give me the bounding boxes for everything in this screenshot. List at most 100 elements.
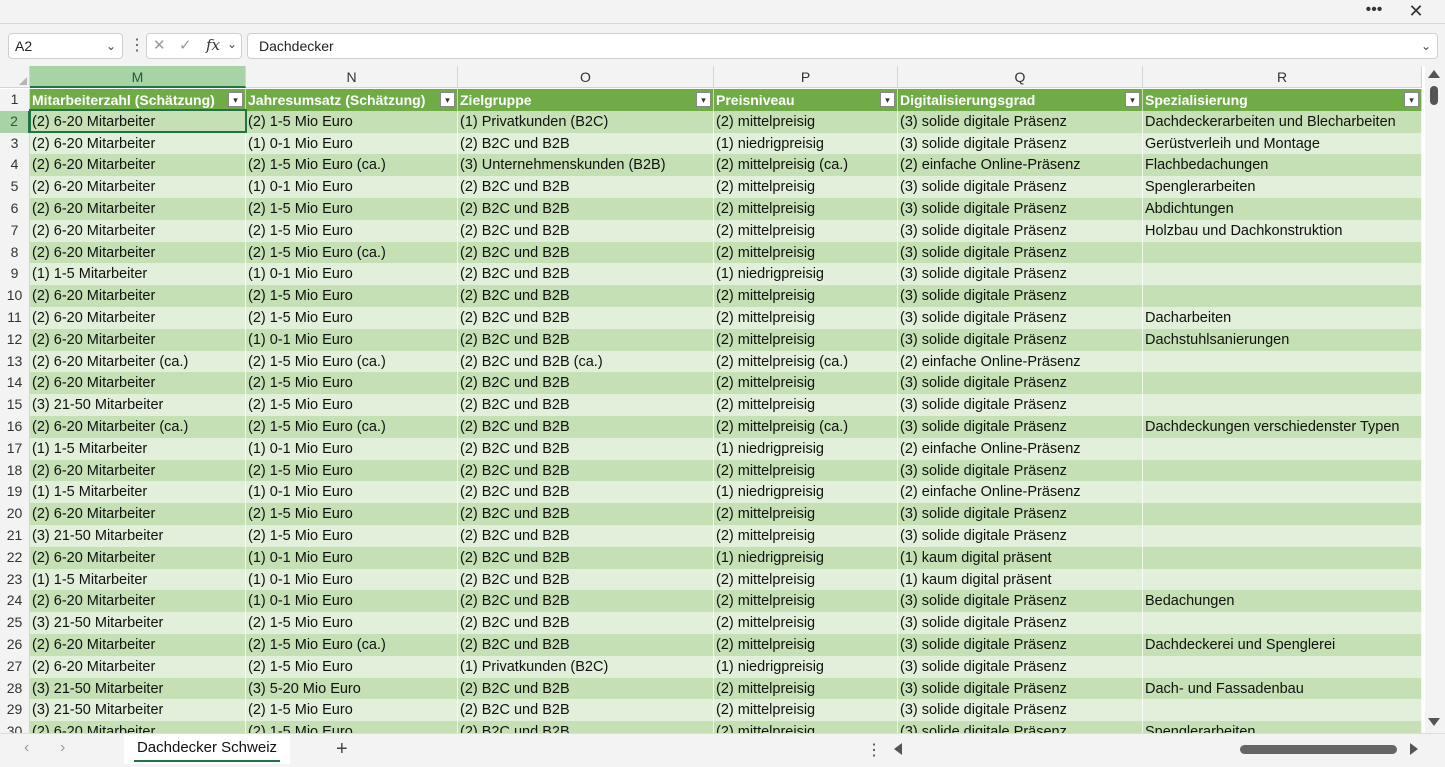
row-header[interactable]: 14 [0,372,30,395]
table-cell[interactable]: (3) solide digitale Präsenz [898,241,1143,264]
table-cell[interactable]: (2) mittelpreisig [714,372,898,395]
table-cell[interactable]: (2) mittelpreisig (ca.) [714,350,898,373]
table-cell[interactable]: (1) 1-5 Mitarbeiter [30,481,246,504]
expand-formula-bar-icon[interactable]: ⌄ [1421,34,1431,58]
table-cell[interactable]: (3) solide digitale Präsenz [898,634,1143,656]
table-cell[interactable]: (2) mittelpreisig [714,110,898,133]
row-header[interactable]: 2 [0,110,30,133]
table-cell[interactable]: (3) solide digitale Präsenz [898,219,1143,242]
table-cell[interactable]: (2) B2C und B2B [458,328,714,351]
table-cell[interactable]: (2) 1-5 Mio Euro (ca.) [246,416,458,438]
formula-input[interactable]: Dachdecker ⌄ [247,33,1438,59]
table-cell[interactable]: (3) solide digitale Präsenz [898,525,1143,547]
row-header[interactable]: 9 [0,263,30,286]
table-cell[interactable]: (2) einfache Online-Präsenz [898,437,1143,460]
table-cell[interactable]: (2) 6-20 Mitarbeiter [30,372,246,395]
table-cell[interactable]: (1) kaum digital präsent [898,568,1143,591]
table-cell[interactable]: (1) 1-5 Mitarbeiter [30,437,246,460]
table-cell[interactable]: (3) solide digitale Präsenz [898,590,1143,613]
row-header[interactable]: 16 [0,416,30,438]
table-cell[interactable]: (1) 0-1 Mio Euro [246,590,458,613]
table-cell[interactable]: (2) B2C und B2B (ca.) [458,350,714,373]
row-header[interactable]: 8 [0,241,30,264]
row-header[interactable]: 29 [0,699,30,722]
table-cell[interactable]: (2) 1-5 Mio Euro [246,394,458,416]
row-header[interactable]: 20 [0,503,30,525]
table-cell[interactable]: (2) 1-5 Mio Euro [246,459,458,482]
row-header[interactable]: 24 [0,590,30,613]
table-cell[interactable]: (2) mittelpreisig [714,677,898,700]
table-cell[interactable]: (1) 1-5 Mitarbeiter [30,568,246,591]
table-cell[interactable]: (1) 1-5 Mitarbeiter [30,263,246,286]
table-cell[interactable]: Bedachungen [1143,590,1422,613]
table-header-cell[interactable]: Digitalisierungsgrad ▾ [898,89,1143,111]
table-cell[interactable]: (2) mittelpreisig [714,198,898,220]
table-cell[interactable]: (1) niedrigpreisig [714,655,898,678]
table-cell[interactable]: (2) B2C und B2B [458,394,714,416]
table-cell[interactable]: (2) mittelpreisig [714,459,898,482]
table-cell[interactable]: (2) 6-20 Mitarbeiter (ca.) [30,350,246,373]
row-header[interactable]: 11 [0,307,30,329]
table-cell[interactable]: (1) niedrigpreisig [714,437,898,460]
table-cell[interactable]: (2) B2C und B2B [458,721,714,733]
table-cell[interactable]: Dacharbeiten [1143,307,1422,329]
row-header[interactable]: 3 [0,132,30,155]
table-cell[interactable] [1143,503,1422,525]
next-sheet-icon[interactable]: › [60,739,65,757]
table-cell[interactable]: (2) mittelpreisig (ca.) [714,154,898,177]
table-cell[interactable]: (2) 1-5 Mio Euro [246,307,458,329]
table-cell[interactable]: (2) 6-20 Mitarbeiter [30,198,246,220]
table-cell[interactable]: (2) 6-20 Mitarbeiter [30,241,246,264]
add-sheet-icon[interactable]: + [336,738,348,761]
table-cell[interactable]: (2) 1-5 Mio Euro [246,198,458,220]
scroll-right-icon[interactable] [1410,743,1418,755]
select-all-corner[interactable] [0,66,30,88]
table-cell[interactable]: (2) B2C und B2B [458,176,714,198]
table-cell[interactable]: (3) 21-50 Mitarbeiter [30,612,246,634]
table-cell[interactable] [1143,437,1422,460]
table-cell[interactable] [1143,350,1422,373]
table-cell[interactable]: (2) 1-5 Mio Euro (ca.) [246,634,458,656]
table-cell[interactable]: (3) solide digitale Präsenz [898,110,1143,133]
filter-dropdown-icon[interactable]: ▾ [880,92,895,107]
table-cell[interactable]: (2) 6-20 Mitarbeiter (ca.) [30,416,246,438]
table-cell[interactable]: (2) 6-20 Mitarbeiter [30,546,246,569]
table-cell[interactable]: (1) kaum digital präsent [898,546,1143,569]
table-cell[interactable]: (2) 1-5 Mio Euro (ca.) [246,241,458,264]
close-icon[interactable]: ✕ [1404,0,1428,22]
row-header[interactable]: 12 [0,328,30,351]
table-cell[interactable]: (2) mittelpreisig [714,503,898,525]
table-cell[interactable]: (2) B2C und B2B [458,219,714,242]
formula-bar-separator-icon[interactable]: ⋮ [129,36,145,58]
table-cell[interactable]: (2) B2C und B2B [458,437,714,460]
table-cell[interactable]: (2) 6-20 Mitarbeiter [30,655,246,678]
table-cell[interactable]: (2) B2C und B2B [458,612,714,634]
column-header-p[interactable]: P [714,66,898,88]
table-cell[interactable]: (2) mittelpreisig [714,328,898,351]
row-header[interactable]: 18 [0,459,30,482]
table-header-cell[interactable]: Zielgruppe ▾ [458,89,714,111]
table-cell[interactable]: (2) mittelpreisig [714,634,898,656]
row-header[interactable]: 19 [0,481,30,504]
vertical-scrollbar[interactable] [1425,66,1445,733]
table-cell[interactable]: (2) mittelpreisig [714,394,898,416]
table-cell[interactable] [1143,612,1422,634]
table-cell[interactable]: (2) B2C und B2B [458,285,714,307]
column-header-r[interactable]: R [1143,66,1422,88]
table-cell[interactable]: (2) 1-5 Mio Euro [246,612,458,634]
table-cell[interactable]: (2) B2C und B2B [458,198,714,220]
table-cell[interactable]: (2) mittelpreisig [714,241,898,264]
table-cell[interactable]: (3) solide digitale Präsenz [898,307,1143,329]
table-cell[interactable]: (2) B2C und B2B [458,634,714,656]
name-box[interactable]: A2 ⌄ [8,33,123,59]
table-cell[interactable]: (2) 6-20 Mitarbeiter [30,721,246,733]
column-header-q[interactable]: Q [898,66,1143,88]
table-cell[interactable]: Abdichtungen [1143,198,1422,220]
row-header[interactable]: 26 [0,634,30,656]
table-cell[interactable]: (2) B2C und B2B [458,263,714,286]
table-cell[interactable]: (1) niedrigpreisig [714,481,898,504]
table-cell[interactable]: (3) solide digitale Präsenz [898,263,1143,286]
filter-dropdown-icon[interactable]: ▾ [696,92,711,107]
table-cell[interactable]: (2) einfache Online-Präsenz [898,481,1143,504]
cancel-icon[interactable]: ✕ [153,36,166,54]
